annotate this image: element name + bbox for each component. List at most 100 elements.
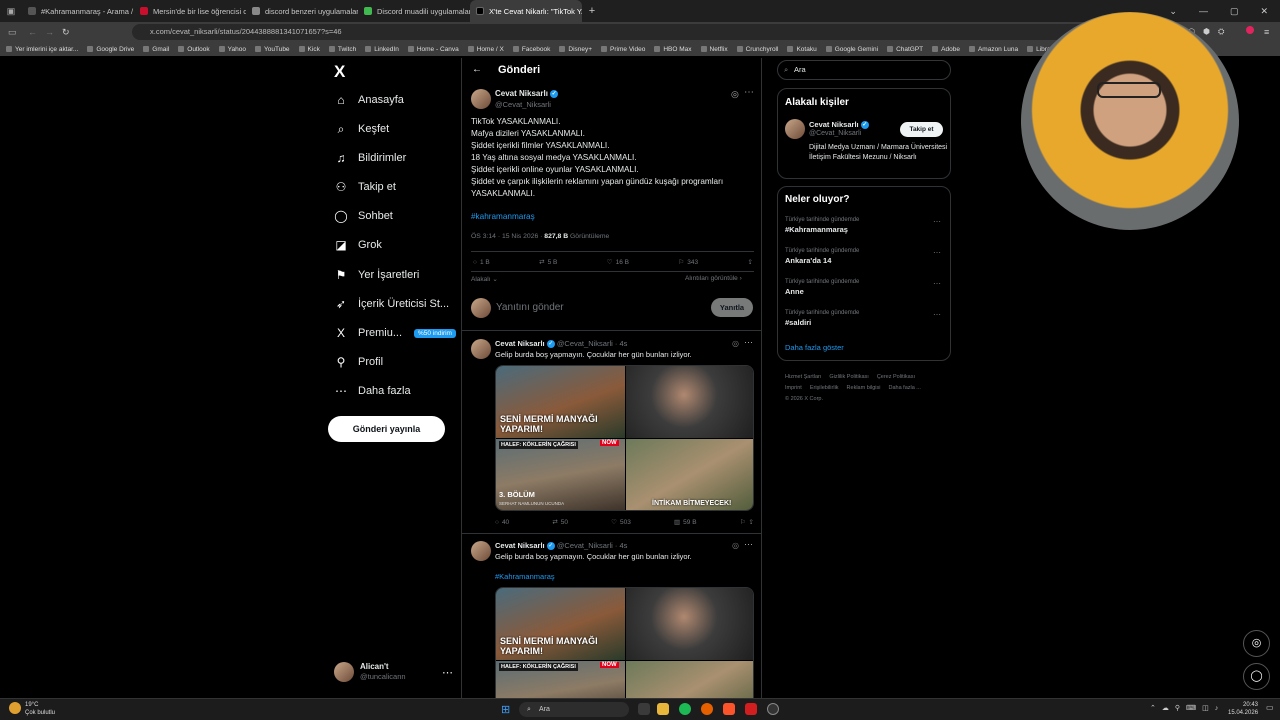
browser-tab[interactable]: discord benzeri uygulamalar - G✕ [246,0,358,22]
sidebar-item[interactable]: ⚇ Takip et [334,180,396,194]
bookmark-item[interactable]: Gmail [143,46,169,53]
footer-link[interactable]: Imprint [785,383,802,394]
more-icon[interactable]: ⋯ [933,248,941,257]
url-field[interactable]: x.com/cevat_niksarli/status/204438888134… [132,24,1182,40]
messages-float-icon[interactable]: ◯ [1243,663,1270,690]
back-icon[interactable]: ← [28,27,37,37]
weather-widget[interactable]: 19°C Çok bulutlu [25,701,55,717]
grok-icon[interactable]: ◎ [731,89,739,100]
system-tray-icons[interactable]: ⌃☁⚲⌨◫♪ [1150,704,1224,712]
task-view-icon[interactable] [638,703,650,715]
more-icon[interactable]: ⋯ [442,666,453,679]
show-more-link[interactable]: Daha fazla göster [785,343,844,352]
more-icon[interactable]: ⋯ [933,310,941,319]
grok-icon[interactable]: ◎ [732,339,739,348]
related-dropdown[interactable]: Alakalı ⌄ [471,275,498,283]
reply-author[interactable]: Cevat Niksarlı ✓ @Cevat_Niksarli · 4s [495,339,627,349]
like-button[interactable]: ♡ 503 [611,518,631,527]
spotify-icon[interactable] [679,703,691,715]
media-grid[interactable]: SENİ MERMİ MANYAĞI YAPARIM! HALEF: KÖKLE… [495,365,754,511]
search-input[interactable]: ⌕ Ara [777,60,951,80]
bookmark-item[interactable]: HBO Max [654,46,692,53]
bookmark-item[interactable]: Outlook [178,46,210,53]
trend-item[interactable]: Türkiye tarihinde gündemde Anne ⋯ [785,279,941,296]
bookmark-item[interactable]: LinkedIn [365,46,399,53]
sidebar-item[interactable]: ➶ İçerik Üreticisi St... [334,297,449,311]
browser-tab[interactable]: Mersin'de bir lise öğrencisi okul✕ [134,0,246,22]
sidebar-item[interactable]: ⌂ Anasayfa [334,93,404,107]
bookmark-item[interactable]: Yer imlerini içe aktar... [6,46,78,53]
media-thumbnail[interactable]: SENİ MERMİ MANYAĞI YAPARIM! [496,588,625,660]
bookmark-item[interactable]: Facebook [512,46,550,53]
tab-menu-icon[interactable]: ▣ [0,6,22,17]
like-button[interactable]: ♡ 16 B [607,258,629,267]
office-icon[interactable] [745,703,757,715]
media-thumbnail[interactable] [626,588,753,660]
more-icon[interactable]: ⋯ [744,337,753,348]
minimize-icon[interactable]: — [1199,6,1208,16]
sidebar-item[interactable]: ⚑ Yer İşaretleri [334,268,420,282]
person-name[interactable]: Cevat Niksarlı ✓ [809,120,869,130]
bookmark-item[interactable]: Kick [298,46,320,53]
media-thumbnail[interactable]: İNTİKAM BİTMEYECEK! [626,439,753,510]
footer-link[interactable]: Çerez Politikası [877,372,915,383]
bookmark-item[interactable]: Google Gemini [825,46,878,53]
follow-button[interactable]: Takip et [900,122,943,137]
more-icon[interactable]: ⋯ [744,539,753,550]
hashtag-link[interactable]: #Kahramanmaraş [495,572,555,581]
bookmark-share[interactable]: ⚐ ⇪ [740,518,754,526]
repost-button[interactable]: ⇄ 50 [552,518,568,527]
bookmark-button[interactable]: ⚐ 343 [678,258,698,267]
sidebar-toggle-icon[interactable]: ▭ [8,27,17,38]
bookmark-item[interactable]: YouTube [255,46,290,53]
avatar[interactable] [471,339,491,359]
bookmark-item[interactable]: Netflix [700,46,728,53]
sidebar-item[interactable]: ⚲ Profil [334,355,383,369]
bookmark-item[interactable]: Crunchyroll [736,46,778,53]
bookmark-item[interactable]: Home - Canva [407,46,459,53]
bookmark-item[interactable]: Yahoo [218,46,246,53]
bookmark-item[interactable]: ChatGPT [887,46,923,53]
sidebar-item[interactable]: ⋯ Daha fazla [334,384,411,398]
grok-float-icon[interactable]: ◎ [1243,630,1270,657]
reply-button[interactable]: ○ 1 B [473,258,490,266]
clock[interactable]: 20:43 15.04.2026 [1228,701,1258,717]
sidebar-item[interactable]: ◪ Grok [334,238,382,252]
close-window-icon[interactable]: ✕ [1260,6,1268,17]
account-switcher[interactable]: Alican't @tuncalicann ⋯ [334,662,453,682]
chevron-down-icon[interactable]: ⌄ [1169,6,1177,17]
maximize-icon[interactable]: ▢ [1230,6,1239,17]
reply-button[interactable]: ○ 40 [495,518,509,526]
avatar[interactable] [471,89,491,109]
bookmark-item[interactable]: Twitch [328,46,356,53]
sidebar-item[interactable]: ⌕ Keşfet [334,122,390,136]
grok-icon[interactable]: ◎ [732,541,739,550]
post-button[interactable]: Gönderi yayınla [328,416,445,442]
footer-link[interactable]: Gizlilik Politikası [829,372,868,383]
bookmark-item[interactable]: Disney+ [559,46,592,53]
file-explorer-icon[interactable] [657,703,669,715]
media-thumbnail[interactable]: HALEF: KÖKLERİN ÇAĞRISI NOW 3. BÖLÜM SER… [496,439,625,510]
more-icon[interactable]: ⋯ [744,87,754,98]
avatar[interactable] [471,541,491,561]
start-icon[interactable]: ⊞ [501,703,510,716]
reply-button[interactable]: Yanıtla [711,298,753,317]
avatar[interactable] [785,119,805,139]
profile-icon[interactable] [1246,26,1254,34]
bookmark-item[interactable]: Home / X [467,46,504,53]
sidebar-item[interactable]: ◯ Sohbet [334,209,393,223]
share-icon[interactable]: ⇪ [748,258,753,266]
x-logo[interactable]: X [334,62,345,82]
browser-tab[interactable]: #Kahramanmaraş - Arama / X✕ [22,0,134,22]
weather-icon[interactable] [9,702,21,714]
bookmark-item[interactable]: Kotaku [787,46,817,53]
author-name[interactable]: Cevat Niksarlı ✓ [495,89,559,98]
menu-icon[interactable]: ≡ [1264,27,1269,37]
trend-item[interactable]: Türkiye tarihinde gündemde #saldiri ⋯ [785,310,941,327]
trend-item[interactable]: Türkiye tarihinde gündemde Ankara'da 14 ⋯ [785,248,941,265]
sidebar-item[interactable]: ♫ Bildirimler [334,151,407,165]
footer-link[interactable]: Hizmet Şartları [785,372,821,383]
chrome-icon[interactable] [767,703,779,715]
browser-tab-active[interactable]: X'te Cevat Nikarlı: "TikTok YAS✕ [470,0,582,22]
more-icon[interactable]: ⋯ [933,279,941,288]
